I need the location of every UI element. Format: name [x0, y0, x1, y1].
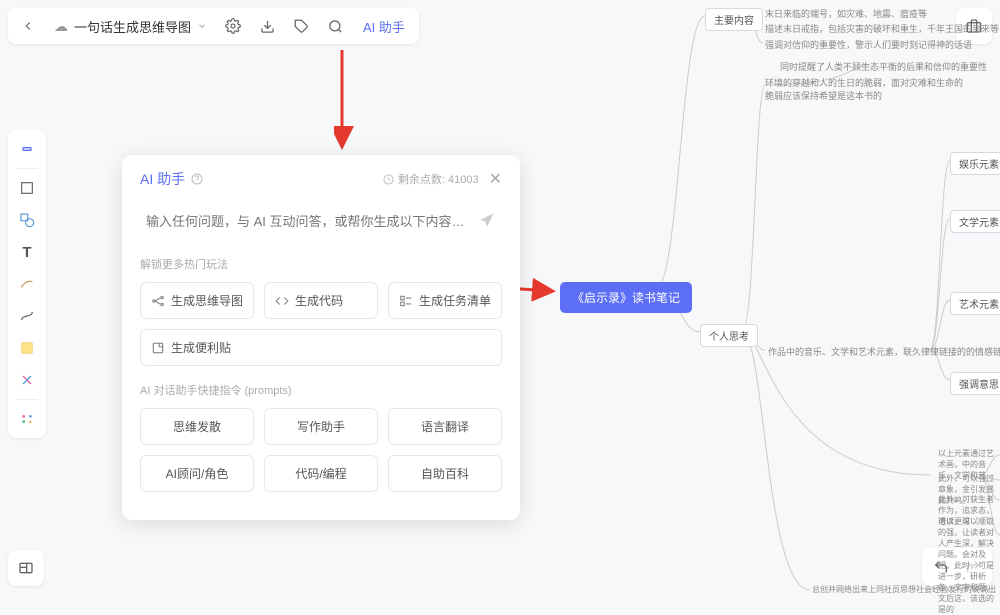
mindmap-text[interactable]: 同时提醒了人类不顾生态平衡的后果和信仰的重要性 [780, 60, 987, 73]
mindmap-text[interactable]: 环境的穿越和人的生日的脆弱，面对灾难和生命的脆弱应该保持希望是这本书的 [765, 76, 965, 102]
tool-pen[interactable] [12, 269, 42, 299]
prompt-writing[interactable]: 写作助手 [264, 408, 378, 445]
help-icon[interactable] [191, 173, 203, 185]
mindmap-node[interactable]: 娱乐元素 [950, 152, 1000, 175]
ai-input[interactable] [146, 214, 478, 229]
export-button[interactable] [251, 10, 283, 42]
tool-select[interactable] [12, 134, 42, 164]
mindmap-text[interactable]: 末日来临的端号，如灾难、地震、瘟疫等 [765, 7, 927, 20]
cloud-icon: ☁ [54, 18, 68, 35]
code-icon [275, 294, 289, 308]
hot-section-label: 解锁更多热门玩法 [140, 256, 502, 272]
tool-frame[interactable] [12, 173, 42, 203]
option-code[interactable]: 生成代码 [264, 282, 378, 319]
option-tasklist[interactable]: 生成任务清单 [388, 282, 502, 319]
ai-assistant-link[interactable]: AI 助手 [353, 17, 415, 36]
chevron-down-icon [197, 21, 207, 31]
mindmap-icon [151, 294, 165, 308]
tool-shape[interactable] [12, 205, 42, 235]
mindmap-text[interactable]: 描述末日戒指，包括灾害的破坏和重生，千年王国的到来等 [765, 22, 999, 35]
panel-icon [18, 560, 34, 576]
left-sidebar: T [8, 130, 46, 438]
mindmap-canvas[interactable]: 《启示录》读书笔记 主要内容 个人思考 末日来临的端号，如灾难、地震、瘟疫等 描… [550, 0, 1000, 594]
mindmap-text[interactable]: 通读，可以顺取的强，让读者对人产生深，解决问题。会对及相，此时，可是进一步，研析… [938, 516, 1000, 615]
mindmap-text[interactable]: 作品中的音乐、文学和艺术元素，联久律律链接的的情感链接 [768, 345, 1000, 358]
tool-more[interactable] [12, 404, 42, 434]
gear-icon [225, 18, 241, 34]
option-sticky[interactable]: 生成便利贴 [140, 329, 502, 366]
option-mindmap[interactable]: 生成思维导图 [140, 282, 254, 319]
tool-sticky[interactable] [12, 333, 42, 363]
tasklist-icon [399, 294, 413, 308]
tool-mindmap[interactable] [12, 365, 42, 395]
bottom-left-button[interactable] [8, 550, 44, 586]
send-button[interactable] [478, 211, 496, 232]
tool-text[interactable]: T [12, 237, 42, 267]
tag-button[interactable] [285, 10, 317, 42]
mindmap-node[interactable]: 强调意思 [950, 372, 1000, 395]
send-icon [478, 211, 496, 229]
tag-icon [294, 19, 309, 34]
clock-icon [383, 174, 394, 185]
document-name[interactable]: ☁ 一句话生成思维导图 [46, 10, 215, 42]
mindmap-node[interactable]: 个人思考 [700, 324, 758, 347]
ai-credits: 剩余点数: 41003 [383, 171, 479, 187]
mindmap-text[interactable]: 强调对信仰的重要性，警示人们要时刻记得神的话语 [765, 38, 972, 51]
mindmap-node[interactable]: 主要内容 [705, 8, 763, 31]
sticky-icon [151, 341, 165, 355]
export-icon [260, 19, 275, 34]
prompt-role[interactable]: AI顾问/角色 [140, 455, 254, 492]
mindmap-node[interactable]: 艺术元素 [950, 292, 1000, 315]
ai-assistant-panel: AI 助手 剩余点数: 41003 ✕ 解锁更多热门玩法 生成思维导图 生成代码 [122, 155, 520, 520]
settings-button[interactable] [217, 10, 249, 42]
prompt-divergent[interactable]: 思维发散 [140, 408, 254, 445]
prompts-section-label: AI 对话助手快捷指令 (prompts) [140, 382, 502, 398]
search-button[interactable] [319, 10, 351, 42]
mindmap-text[interactable]: 总创并网络出来上同社员思想社会经验发行的说说出 [812, 584, 996, 595]
prompt-wiki[interactable]: 自助百科 [388, 455, 502, 492]
document-name-text: 一句话生成思维导图 [74, 17, 191, 36]
tool-connector[interactable] [12, 301, 42, 331]
mindmap-node[interactable]: 文学元素 [950, 210, 1000, 233]
close-button[interactable]: ✕ [489, 169, 502, 189]
search-icon [328, 19, 343, 34]
annotation-arrow-1 [334, 50, 364, 150]
prompt-code[interactable]: 代码/编程 [264, 455, 378, 492]
prompt-translate[interactable]: 语言翻译 [388, 408, 502, 445]
ai-panel-title: AI 助手 [140, 169, 203, 189]
mindmap-root[interactable]: 《启示录》读书笔记 [560, 282, 692, 313]
back-button[interactable] [12, 10, 44, 42]
top-toolbar: ☁ 一句话生成思维导图 AI 助手 [8, 8, 419, 44]
